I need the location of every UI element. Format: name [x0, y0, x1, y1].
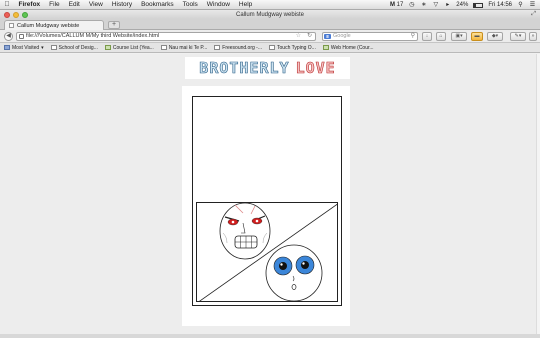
- new-tab-button[interactable]: +: [108, 21, 120, 29]
- comic-page: [182, 86, 350, 326]
- search-icon[interactable]: ⚲: [411, 33, 415, 40]
- battery-percent: 24%: [456, 2, 469, 8]
- window-title-bar: Callum Mudgway webiste ⤢: [0, 10, 540, 19]
- wifi-icon[interactable]: ▽: [432, 2, 439, 9]
- close-window-button[interactable]: [4, 11, 10, 18]
- page-icon: [214, 45, 221, 50]
- bookmark-most-visited[interactable]: Most Visited ▾: [4, 45, 44, 51]
- bluetooth-icon[interactable]: ∗: [420, 2, 427, 9]
- folder-icon: [4, 45, 10, 50]
- back-button[interactable]: ◀: [4, 32, 13, 41]
- window-title: Callum Mudgway webiste: [235, 11, 305, 18]
- bookmark-label: Touch Typing O...: [277, 44, 316, 51]
- bookmark-touch-typing[interactable]: Touch Typing O...: [269, 45, 316, 51]
- bookmark-freesound[interactable]: Freesound.org -...: [214, 45, 262, 51]
- comic-illustration: [199, 203, 337, 301]
- vertical-scrollbar[interactable]: [536, 54, 540, 334]
- page-icon: [269, 45, 276, 50]
- bookmark-nau-mai[interactable]: Nau mai ki Te P...: [160, 44, 208, 51]
- navigation-bar: ◀ file:///Volumes/CALLUM M/My third Webs…: [0, 30, 540, 43]
- volume-icon[interactable]: ▸: [444, 2, 451, 9]
- page-icon: [160, 45, 167, 50]
- mail-count: 17: [396, 2, 404, 8]
- tools-menu-button[interactable]: ✎▾: [510, 32, 526, 41]
- home-button[interactable]: ⌂: [436, 32, 446, 41]
- bookmark-web-home[interactable]: Web Home (Cour...: [322, 44, 374, 51]
- window-controls: [4, 11, 28, 18]
- bookmark-school-of-design[interactable]: School of Desig...: [50, 44, 98, 51]
- tab-strip: Callum Mudgway webiste +: [0, 19, 540, 30]
- surprised-face-drawing: [265, 244, 323, 301]
- bookmarks-menu-button[interactable]: ▣▾: [451, 32, 467, 41]
- fullscreen-icon[interactable]: ⤢: [531, 11, 536, 18]
- chevron-down-icon: ▾: [41, 44, 44, 51]
- bookmark-label: Nau mai ki Te P...: [168, 44, 208, 51]
- clock-icon[interactable]: ◷: [408, 2, 415, 9]
- search-placeholder: Google: [333, 33, 351, 39]
- menu-bookmarks[interactable]: Bookmarks: [137, 1, 179, 8]
- menu-app-firefox[interactable]: Firefox: [14, 1, 45, 8]
- menu-help[interactable]: Help: [234, 1, 256, 8]
- menu-history[interactable]: History: [107, 1, 136, 8]
- battery-icon[interactable]: [473, 2, 484, 8]
- chevron-double-right-icon: »: [531, 33, 535, 39]
- page-favicon-icon: [9, 23, 14, 28]
- downloads-button[interactable]: ↓: [422, 32, 432, 41]
- bookmark-label: School of Desig...: [58, 44, 98, 51]
- page-identity-icon[interactable]: [18, 34, 24, 39]
- menu-clock[interactable]: Fri 14:56: [488, 2, 512, 8]
- addon-button[interactable]: ▬: [471, 32, 483, 41]
- puzzle-icon: ◆▾: [491, 33, 499, 39]
- download-icon: ↓: [425, 33, 429, 39]
- bookmark-star-icon[interactable]: ☆: [296, 33, 301, 40]
- site-icon: [322, 45, 329, 50]
- wrench-icon: ✎▾: [514, 33, 522, 39]
- home-icon: ⌂: [439, 33, 443, 39]
- spotlight-search-icon[interactable]: ⚲: [517, 2, 524, 9]
- site-icon: [104, 45, 111, 50]
- bookmark-course-list[interactable]: Course List (Yea...: [104, 44, 154, 51]
- window-bottom-edge: [0, 334, 540, 338]
- apple-icon[interactable]: : [0, 1, 14, 8]
- mail-icon: M: [389, 2, 395, 8]
- tab-label: Callum Mudgway webiste: [17, 22, 80, 29]
- comic-panel: [196, 202, 338, 302]
- mail-badge[interactable]: M 17: [390, 2, 403, 8]
- bookmark-label: Most Visited: [12, 44, 40, 51]
- google-engine-icon[interactable]: 8: [324, 34, 331, 39]
- zoom-window-button[interactable]: [22, 11, 28, 18]
- menu-edit[interactable]: Edit: [64, 1, 84, 8]
- reload-icon[interactable]: ↻: [307, 33, 312, 40]
- angry-face-drawing: [219, 203, 271, 260]
- bookmark-label: Web Home (Cour...: [330, 44, 374, 51]
- bookmarks-toolbar: Most Visited ▾ School of Desig... Course …: [0, 43, 540, 53]
- menu-view[interactable]: View: [84, 1, 107, 8]
- addon-icon: ▬: [474, 33, 480, 39]
- search-bar[interactable]: 8 Google ⚲: [322, 32, 418, 41]
- bookmarks-icon: ▣▾: [455, 33, 463, 39]
- addon-menu-button[interactable]: ◆▾: [487, 32, 503, 41]
- menu-window[interactable]: Window: [202, 1, 234, 8]
- url-bar[interactable]: file:///Volumes/CALLUM M/My third Websit…: [16, 32, 316, 41]
- bookmark-label: Freesound.org -...: [222, 44, 263, 51]
- mac-menu-bar:  Firefox File Edit View History Bookmar…: [0, 0, 540, 10]
- url-text: file:///Volumes/CALLUM M/My third Websit…: [26, 33, 160, 39]
- site-banner: BROTHERLY LOVE: [185, 57, 350, 79]
- comic-frame: [192, 96, 342, 306]
- page-icon: [50, 45, 57, 50]
- overflow-button[interactable]: »: [529, 32, 537, 41]
- minimize-window-button[interactable]: [13, 11, 19, 18]
- tab-active[interactable]: Callum Mudgway webiste: [4, 20, 104, 30]
- menu-tray: M 17 ◷ ∗ ▽ ▸ 24% Fri 14:56 ⚲ ☰: [390, 0, 536, 10]
- page-content: BROTHERLY LOVE: [0, 54, 540, 334]
- bookmark-label: Course List (Yea...: [112, 44, 154, 51]
- banner-word-love: LOVE: [295, 59, 336, 78]
- banner-word-brotherly: BROTHERLY: [199, 59, 290, 78]
- notification-center-icon[interactable]: ☰: [529, 2, 536, 9]
- menu-tools[interactable]: Tools: [178, 1, 202, 8]
- menu-file[interactable]: File: [45, 1, 64, 8]
